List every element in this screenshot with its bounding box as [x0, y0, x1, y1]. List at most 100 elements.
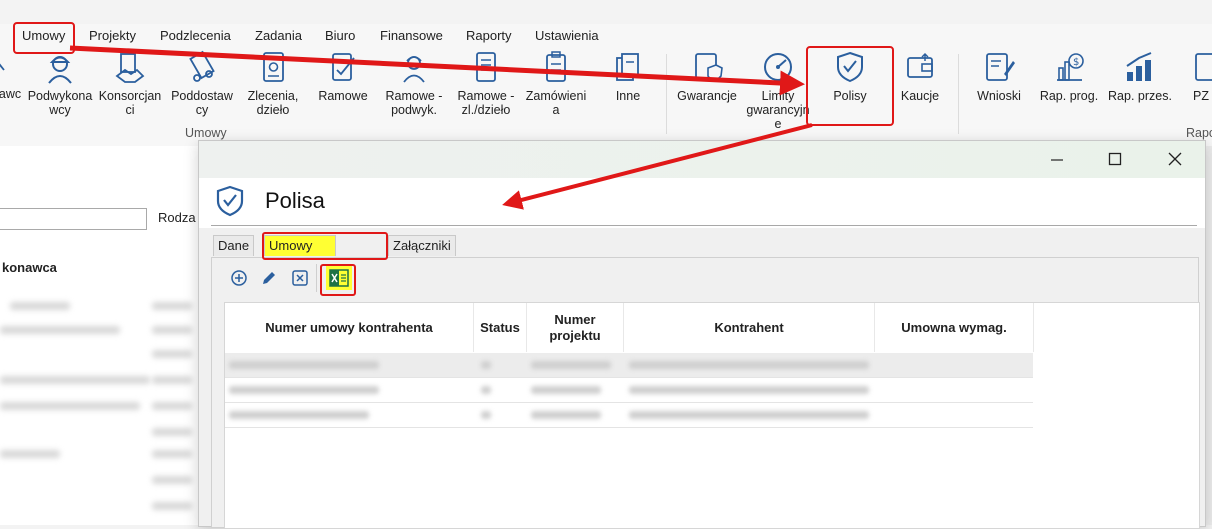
- menu-finansowe[interactable]: Finansowe: [380, 28, 443, 43]
- menu-podzlecenia[interactable]: Podzlecenia: [160, 28, 231, 43]
- menu-bar: Umowy Projekty Podzlecenia Zadania Biuro…: [0, 24, 1212, 49]
- list-item[interactable]: [0, 376, 150, 384]
- list-item[interactable]: [152, 428, 192, 436]
- annotation-box-excel: [320, 264, 356, 296]
- ribbon-button-ramowe-zl-dzielo[interactable]: Ramowe - zl./dzieło: [450, 50, 522, 117]
- close-button[interactable]: [1165, 149, 1185, 169]
- list-item[interactable]: [152, 450, 192, 458]
- ribbon-button-wnioski[interactable]: Wnioski: [966, 50, 1032, 103]
- dialog-titlebar: [199, 141, 1205, 178]
- ribbon-separator: [958, 54, 959, 134]
- column-header-wykonawca[interactable]: konawca: [2, 260, 57, 275]
- menu-projekty[interactable]: Projekty: [89, 28, 136, 43]
- list-item[interactable]: [10, 302, 70, 310]
- menu-zadania[interactable]: Zadania: [255, 28, 302, 43]
- edit-doc-icon: [986, 53, 1015, 81]
- handshake-icon: [115, 53, 145, 83]
- column-header-umowna-wymag[interactable]: Umowna wymag.: [875, 303, 1034, 352]
- ribbon-label: Wnioski: [977, 89, 1021, 103]
- ribbon-button-limity[interactable]: Limity gwarancyjn e: [740, 50, 816, 131]
- tab-zalaczniki[interactable]: Załączniki: [388, 235, 456, 256]
- worker-icon: [48, 56, 72, 84]
- maximize-button[interactable]: [1105, 149, 1125, 169]
- ribbon-button-poddostawcy[interactable]: Poddostaw cy: [166, 50, 238, 117]
- menu-biuro[interactable]: Biuro: [325, 28, 355, 43]
- frame-doc-icon: [476, 52, 496, 82]
- ribbon-label: Gwarancje: [677, 89, 737, 103]
- filter-input[interactable]: [0, 208, 147, 230]
- main-list-pane: Rodza konawca: [0, 146, 200, 525]
- polisa-dialog: Polisa Dane Umowy powiązane Załączniki N…: [198, 140, 1206, 529]
- ribbon-button-zamowienia[interactable]: Zamówieni a: [520, 50, 592, 117]
- ribbon-label: Poddostaw cy: [171, 89, 233, 117]
- ribbon-button-rap-prog[interactable]: $ Rap. prog.: [1034, 50, 1104, 103]
- column-header-status[interactable]: Status: [474, 303, 527, 352]
- list-item[interactable]: [0, 450, 60, 458]
- ribbon-label: PZ: [1193, 89, 1209, 103]
- wallet-icon: [907, 52, 933, 78]
- add-button[interactable]: [228, 268, 250, 290]
- menu-raporty[interactable]: Raporty: [466, 28, 512, 43]
- list-item[interactable]: [152, 376, 192, 384]
- dialog-header: [199, 178, 1205, 228]
- list-item[interactable]: [152, 476, 192, 484]
- ribbon-label: awc: [0, 87, 22, 101]
- guarantee-icon: [695, 53, 723, 82]
- table-cell: [229, 361, 379, 369]
- delete-button[interactable]: [289, 268, 311, 290]
- column-header-kontrahent[interactable]: Kontrahent: [624, 303, 875, 352]
- related-contracts-table: Numer umowy kontrahenta Status Numer pro…: [224, 302, 1200, 529]
- list-item[interactable]: [0, 402, 140, 410]
- minimize-button[interactable]: [1047, 149, 1067, 169]
- ribbon-separator: [666, 54, 667, 134]
- ribbon-label: Ramowe - podwyk.: [385, 89, 443, 117]
- table-cell: [629, 361, 869, 369]
- ribbon-button-podwykonawcy[interactable]: Podwykona wcy: [24, 50, 96, 117]
- list-item[interactable]: [152, 502, 192, 510]
- edit-button[interactable]: [258, 268, 280, 290]
- ribbon-button-pz[interactable]: PZ: [1186, 50, 1212, 103]
- worker-doc-icon: [403, 56, 425, 83]
- tab-panel: Numer umowy kontrahenta Status Numer pro…: [211, 257, 1200, 529]
- ribbon-button-gwarancje[interactable]: Gwarancje: [672, 50, 742, 103]
- table-cell: [229, 411, 369, 419]
- ribbon-button-kaucje[interactable]: Kaucje: [888, 50, 952, 103]
- filter-label: Rodza: [158, 210, 196, 225]
- table-cell: [629, 411, 869, 419]
- list-item[interactable]: [152, 350, 192, 358]
- ribbon-group-label-umowy: Umowy: [185, 126, 227, 140]
- ribbon: awc Podwykona wcy Konsorcjan ci Poddosta…: [0, 48, 1212, 147]
- menu-ustawienia[interactable]: Ustawienia: [535, 28, 599, 43]
- ribbon-label: Zamówieni a: [525, 89, 587, 117]
- ribbon-group-label-raporty: Rapo: [1186, 126, 1212, 140]
- dialog-title: Polisa: [265, 188, 325, 213]
- svg-text:$: $: [1073, 57, 1079, 68]
- table-row[interactable]: [225, 353, 1033, 378]
- tab-dane[interactable]: Dane: [213, 235, 255, 256]
- table-row[interactable]: [225, 378, 1033, 403]
- ribbon-button-konsorcjanci[interactable]: Konsorcjan ci: [94, 50, 166, 117]
- docs-stack-icon: [616, 53, 639, 81]
- ribbon-button-rap-przes[interactable]: Rap. przes.: [1104, 50, 1176, 103]
- annotation-box-tab: [262, 232, 388, 260]
- list-item[interactable]: [0, 326, 120, 334]
- list-item[interactable]: [152, 402, 192, 410]
- list-item[interactable]: [152, 326, 192, 334]
- doc-icon: [0, 63, 5, 71]
- table-cell: [531, 386, 601, 394]
- list-item[interactable]: [152, 302, 192, 310]
- ribbon-label: Limity gwarancyjn e: [746, 89, 810, 131]
- ribbon-label: Podwykona wcy: [27, 89, 93, 117]
- growth-chart-icon: [1126, 52, 1152, 81]
- ribbon-button-ramowe-podwyk[interactable]: Ramowe - podwyk.: [378, 50, 450, 117]
- ribbon-label: Inne: [615, 89, 641, 103]
- ribbon-button-awc[interactable]: awc: [0, 87, 22, 101]
- ribbon-button-ramowe[interactable]: Ramowe: [310, 50, 376, 103]
- table-row[interactable]: [225, 403, 1033, 428]
- ribbon-button-inne[interactable]: Inne: [598, 50, 658, 103]
- ribbon-button-zlecenia[interactable]: Zlecenia, dzieło: [237, 50, 309, 117]
- column-header-numer-umowy[interactable]: Numer umowy kontrahenta: [225, 303, 474, 352]
- table-cell: [531, 361, 611, 369]
- doc-icon: [1195, 53, 1212, 81]
- column-header-numer-projektu[interactable]: Numer projektu: [527, 303, 624, 352]
